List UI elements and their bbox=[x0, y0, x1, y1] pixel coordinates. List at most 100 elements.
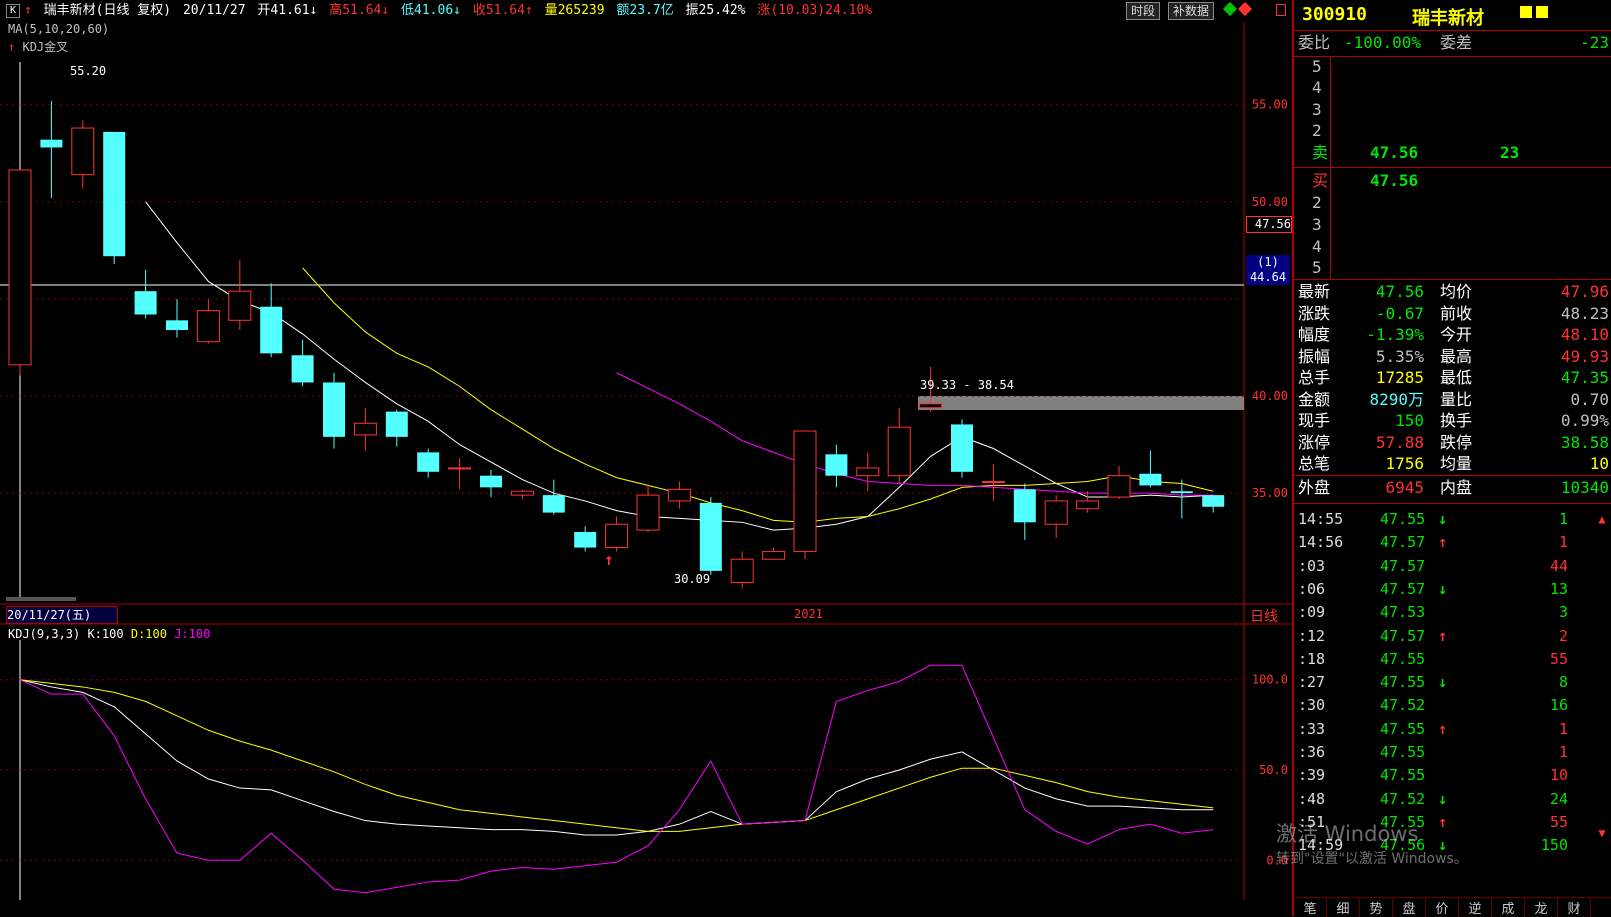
t-icon[interactable] bbox=[1520, 6, 1532, 18]
stat-value: 47.35 bbox=[1560, 368, 1609, 387]
stat-row: 涨跌 -0.67 前收 48.23 bbox=[1298, 303, 1609, 325]
stat-value: -1.39% bbox=[1366, 325, 1424, 344]
tick-price: 47.55 bbox=[1380, 766, 1426, 785]
ask-level-2: 2 bbox=[1312, 121, 1322, 140]
price-tick-label: 35.00 bbox=[1252, 486, 1288, 500]
buy-signal-arrow-icon: ↑ bbox=[604, 550, 614, 569]
tick-time: :27 bbox=[1298, 673, 1326, 692]
candle-body-down bbox=[40, 139, 63, 148]
ask-level-4: 4 bbox=[1312, 78, 1322, 97]
candle-body-up bbox=[636, 494, 660, 531]
tick-price: 47.57 bbox=[1380, 556, 1426, 575]
candle-body-down bbox=[385, 411, 408, 437]
tick-volume: 55 bbox=[1549, 649, 1568, 668]
candle-body-down bbox=[166, 320, 188, 331]
period-label[interactable]: 日线 bbox=[1250, 606, 1278, 626]
candle-body-up bbox=[448, 467, 472, 470]
tick-price: 47.57 bbox=[1380, 533, 1426, 552]
scroll-up-icon[interactable]: ▲ bbox=[1595, 512, 1609, 526]
tick-price: 47.52 bbox=[1380, 696, 1426, 715]
cursor-price-value: 44.64 bbox=[1249, 270, 1287, 284]
activation-watermark-subtitle: 转到"设置"以激活 Windows。 bbox=[1276, 851, 1468, 867]
candle-body-down bbox=[103, 131, 126, 257]
tick-volume: 10 bbox=[1549, 766, 1568, 785]
tick-volume: 1 bbox=[1558, 719, 1568, 738]
stat-row: 振幅 5.35% 最高 49.93 bbox=[1298, 346, 1609, 368]
tab-dragon[interactable]: 龙 bbox=[1525, 898, 1558, 917]
stat-value: 0.70 bbox=[1570, 389, 1609, 409]
tick-row: 14:55 47.55 ↓ 1 bbox=[1298, 508, 1568, 531]
stat-row: 总手 17285 最低 47.35 bbox=[1298, 367, 1609, 389]
stat-label: 均价 bbox=[1440, 282, 1473, 301]
candle-body-up bbox=[1076, 500, 1100, 510]
tab-detail[interactable]: 细 bbox=[1327, 898, 1360, 917]
tab-finance[interactable]: 财 bbox=[1558, 898, 1591, 917]
gap-zone bbox=[918, 396, 1244, 410]
stat-row: 金额 8290万 量比 0.70 bbox=[1298, 389, 1609, 411]
candle-body-up bbox=[196, 310, 220, 343]
ask-level-5: 5 bbox=[1312, 57, 1322, 76]
tick-volume: 2 bbox=[1558, 626, 1568, 645]
kdj-tick-label: 100.0 bbox=[1252, 673, 1288, 687]
quote-panel: 300910 瑞丰新材 委比 -100.00% 委差 -23 5 4 3 2 卖… bbox=[1292, 0, 1611, 917]
wei-bi-value: -100.00% bbox=[1344, 33, 1422, 52]
stat-value: 38.58 bbox=[1560, 432, 1609, 452]
tick-time: 14:55 bbox=[1298, 510, 1344, 528]
tick-row: :18 47.55 55 bbox=[1298, 648, 1568, 671]
tick-time: :03 bbox=[1298, 556, 1326, 575]
tick-time: :12 bbox=[1298, 626, 1326, 645]
stat-label: 现手 bbox=[1298, 411, 1331, 430]
stat-label: 最高 bbox=[1440, 346, 1473, 366]
candle-body-up bbox=[1107, 475, 1131, 498]
outer-label: 外盘 bbox=[1298, 478, 1331, 497]
stat-row: 最新 47.56 均价 47.96 bbox=[1298, 281, 1609, 303]
tick-price: 47.52 bbox=[1380, 789, 1426, 808]
candle-body-down bbox=[1139, 473, 1162, 486]
candle-body-down bbox=[1202, 495, 1225, 507]
candle-body-up bbox=[793, 430, 817, 552]
stat-label: 总手 bbox=[1298, 368, 1331, 387]
tab-price[interactable]: 价 bbox=[1426, 898, 1459, 917]
tick-price: 47.55 bbox=[1380, 649, 1426, 668]
stat-value: 48.10 bbox=[1560, 325, 1609, 344]
high-marker-label: 55.20 bbox=[70, 64, 107, 78]
tab-book[interactable]: 盘 bbox=[1393, 898, 1426, 917]
stat-row: 幅度 -1.39% 今开 48.10 bbox=[1298, 324, 1609, 346]
stat-label: 换手 bbox=[1440, 411, 1473, 430]
current-price-box: 47.56 bbox=[1246, 216, 1292, 233]
stat-value: 10 bbox=[1589, 454, 1609, 473]
candle-body-down bbox=[1170, 491, 1193, 494]
tick-direction-icon: ↓ bbox=[1438, 510, 1448, 528]
stat-label: 前收 bbox=[1440, 303, 1473, 323]
tab-reverse[interactable]: 逆 bbox=[1459, 898, 1492, 917]
wei-cha-label: 委差 bbox=[1440, 33, 1473, 52]
date-cursor-box: 20/11/27(五) bbox=[6, 606, 118, 624]
tick-price: 47.55 bbox=[1380, 510, 1426, 528]
stat-row: 涨停 57.88 跌停 38.58 bbox=[1298, 432, 1609, 454]
tick-row: :36 47.55 1 bbox=[1298, 741, 1568, 764]
ask-level-1: 卖 47.56 23 bbox=[1312, 143, 1520, 162]
scroll-indicator[interactable] bbox=[6, 597, 76, 601]
settings-icon[interactable] bbox=[1536, 6, 1548, 18]
bid-level-3: 3 bbox=[1312, 215, 1322, 234]
tick-volume: 24 bbox=[1549, 789, 1568, 808]
candlestick-chart[interactable]: 55.0050.0040.0035.00100.050.00.0 bbox=[0, 0, 1292, 916]
stat-value: 1756 bbox=[1385, 454, 1424, 473]
tab-deals[interactable]: 成 bbox=[1492, 898, 1525, 917]
detail-tabs: 笔细势盘价逆成龙财 bbox=[1294, 897, 1611, 917]
tab-trend[interactable]: 势 bbox=[1360, 898, 1393, 917]
stat-label: 金额 bbox=[1298, 389, 1331, 409]
stat-label: 涨停 bbox=[1298, 432, 1331, 452]
tick-time: :48 bbox=[1298, 789, 1326, 808]
candle-body-down bbox=[260, 306, 283, 354]
kdj-d-line bbox=[19, 679, 1214, 832]
tick-time: :06 bbox=[1298, 579, 1326, 598]
tab-trades[interactable]: 笔 bbox=[1294, 898, 1327, 917]
tick-price: 47.55 bbox=[1380, 719, 1426, 738]
inner-value: 10340 bbox=[1560, 478, 1609, 497]
scroll-down-icon[interactable]: ▼ bbox=[1595, 826, 1609, 840]
tick-price: 47.57 bbox=[1380, 579, 1426, 598]
stat-value: -0.67 bbox=[1375, 303, 1424, 323]
tick-row: :39 47.55 10 bbox=[1298, 764, 1568, 787]
outer-value: 6945 bbox=[1385, 478, 1424, 497]
